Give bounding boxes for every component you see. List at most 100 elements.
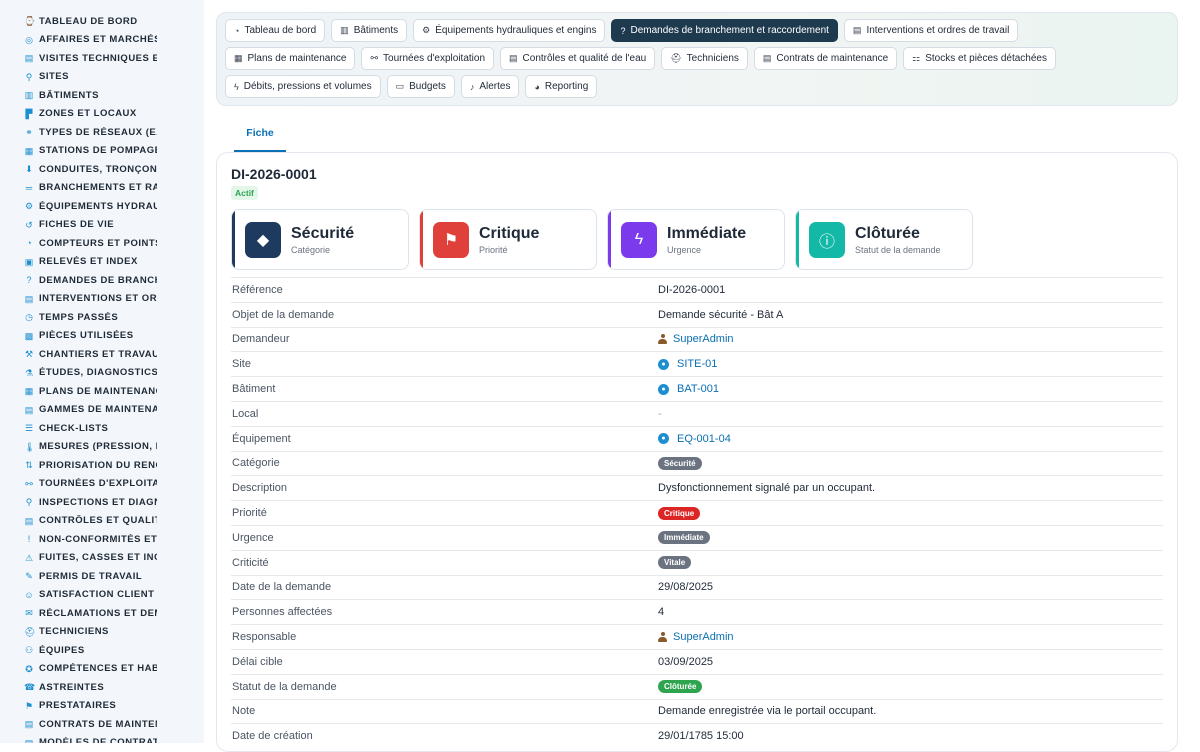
sidebar-item-gammes-de-maintenan[interactable]: ▤ GAMMES DE MAINTENAN [0, 401, 204, 420]
sidebar-item-fiches-de-vie[interactable]: ↺ FICHES DE VIE [0, 216, 204, 235]
nav-button-demandes-de-branchement-et-raccordement[interactable]: ? Demandes de branchement et raccordement [611, 19, 838, 42]
sidebar-item-satisfaction-client[interactable]: ☺ SATISFACTION CLIENT [0, 586, 204, 605]
sidebar-item-permis-de-travail[interactable]: ✎ PERMIS DE TRAVAIL [0, 567, 204, 586]
detail-row-note: Note Demande enregistrée via le portail o… [231, 698, 1163, 724]
sidebar-item-label: INTERVENTIONS ET ORDI [39, 293, 157, 305]
nav-button-equipements-hydrauliques-et-engins[interactable]: ⚙ Équipements hydrauliques et engins [413, 19, 606, 42]
sidebar-item-batiments[interactable]: ▥ BÂTIMENTS [0, 86, 204, 105]
sidebar-item-label: VISITES TECHNIQUES ET [39, 52, 157, 64]
nav-button-budgets[interactable]: ▭ Budgets [386, 75, 455, 98]
sidebar-item-astreintes[interactable]: ☎ ASTREINTES [0, 678, 204, 697]
sidebar-item-label: CONTRATS DE MAINTENA [39, 718, 157, 730]
sidebar-item-label: COMPTEURS ET POINTS I [39, 237, 157, 249]
value-badge: Vitale [658, 556, 692, 570]
nav-row: ▦ Plans de maintenance ⚯ Tournées d'exploit… [225, 47, 1169, 70]
sidebar-item-priorisation-du-renou[interactable]: ⇅ PRIORISATION DU RENOU [0, 456, 204, 475]
info-icon: ⓘ [809, 221, 845, 258]
nav-button-alertes[interactable]: ♪ Alertes [460, 75, 520, 98]
detail-value: Vitale [658, 556, 692, 570]
sidebar-item-branchements-et-rac[interactable]: ═ BRANCHEMENTS ET RAC [0, 179, 204, 198]
sidebar-item-fuites-casses-et-incii[interactable]: ⚠ FUITES, CASSES ET INCII [0, 549, 204, 568]
detail-row-responsable: Responsable SuperAdmin [231, 624, 1163, 649]
bolt-icon: ϟ [621, 221, 657, 258]
sidebar-item-types-de-reseaux-eau[interactable]: ⚭ TYPES DE RÉSEAUX (EAU [0, 123, 204, 142]
sidebar-item-controles-et-qualite[interactable]: ▤ CONTRÔLES ET QUALITÉ [0, 512, 204, 531]
value-text: DI-2026-0001 [658, 283, 726, 296]
sidebar-item-tournees-d-exploitati[interactable]: ⚯ TOURNÉES D'EXPLOITATI [0, 475, 204, 494]
record-card: DI-2026-0001 Actif ◆ Sécurité Catégorie ⚑ Cr… [216, 152, 1178, 752]
nav-button-techniciens[interactable]: ⛑ Techniciens [661, 47, 748, 70]
sidebar-item-sites[interactable]: ⚲ SITES [0, 68, 204, 87]
nav-button-stocks-et-pieces-detachees[interactable]: ⚏ Stocks et pièces détachées [903, 47, 1056, 70]
sidebar-item-icon: ◎ [25, 34, 33, 45]
sidebar-item-icon: ▦ [24, 145, 34, 156]
sidebar-item-icon: ⚗ [24, 367, 34, 378]
nav-button-tournees-d-exploitation[interactable]: ⚯ Tournées d'exploitation [361, 47, 495, 70]
nav-button-label: Contrats de maintenance [776, 53, 889, 64]
sidebar-item-mesures-pression-de[interactable]: 🌡 MESURES (PRESSION, DÉ [0, 438, 204, 457]
sidebar-item-icon: ═ [25, 182, 33, 193]
nav-button-label: Techniciens [686, 53, 739, 64]
user-link[interactable]: SuperAdmin [673, 333, 734, 345]
sidebar-item-contrats-de-maintena[interactable]: ▤ CONTRATS DE MAINTENA [0, 715, 204, 734]
sidebar-item-conduites-troncons[interactable]: ⬇ CONDUITES, TRONÇONS [0, 160, 204, 179]
sidebar-item-demandes-de-branche[interactable]: ? DEMANDES DE BRANCHE [0, 271, 204, 290]
user-link[interactable]: SuperAdmin [673, 631, 734, 643]
nav-button-debits-pressions-et-volumes[interactable]: ϟ Débits, pressions et volumes [225, 75, 381, 98]
sidebar-item-stations-de-pompage-i[interactable]: ▦ STATIONS DE POMPAGE I [0, 142, 204, 161]
detail-key: Personnes affectées [232, 606, 333, 619]
status-badge: Actif [231, 186, 258, 200]
value-badge: Critique [658, 506, 701, 520]
detail-row-objet-de-la-demande: Objet de la demande Demande sécurité - Bâ… [231, 301, 1163, 327]
sidebar-item-check-lists[interactable]: ☰ CHECK-LISTS [0, 419, 204, 438]
nav-button-controles-et-qualite-de-l-eau[interactable]: ▤ Contrôles et qualité de l'eau [500, 47, 656, 70]
sidebar-item-compteurs-et-points-i[interactable]: ◔ COMPTEURS ET POINTS I [0, 234, 204, 253]
sidebar-item-icon: ⚲ [25, 497, 33, 508]
detail-row-priorite: Priorité Critique [231, 500, 1163, 525]
nav-button-tableau-de-bord[interactable]: ◔ Tableau de bord [225, 19, 326, 42]
sidebar-item-non-conformites-et-a[interactable]: ! NON-CONFORMITÉS ET A [0, 530, 204, 549]
nav-button-interventions-et-ordres-de-travail[interactable]: ▤ Interventions et ordres de travail [843, 19, 1019, 42]
nav-button-label: Reporting [544, 81, 589, 92]
nav-button-label: Tableau de bord [244, 25, 317, 36]
sidebar-item-temps-passes[interactable]: ◷ TEMPS PASSÉS [0, 308, 204, 327]
nav-button-icon: ◕ [534, 81, 540, 92]
sidebar-item-tableau-de-bord[interactable]: ⌚ TABLEAU DE BORD [0, 12, 204, 31]
sidebar-item-visites-techniques-et[interactable]: ▤ VISITES TECHNIQUES ET [0, 49, 204, 68]
reference-link[interactable]: BAT-001 [677, 383, 719, 395]
sidebar-item-icon: ⚲ [25, 71, 33, 82]
reference-link[interactable]: EQ-001-04 [677, 433, 731, 445]
sidebar-item-competences-et-habil[interactable]: ✪ COMPÉTENCES ET HABIL [0, 660, 204, 679]
sidebar-item-zones-et-locaux[interactable]: ▛ ZONES ET LOCAUX [0, 105, 204, 124]
sidebar-item-pieces-utilisees[interactable]: ▩ PIÈCES UTILISÉES [0, 327, 204, 346]
sidebar-item-label: FICHES DE VIE [39, 219, 115, 231]
detail-key: Référence [232, 283, 283, 296]
sidebar-item-inspections-et-diagnc[interactable]: ⚲ INSPECTIONS ET DIAGNC [0, 493, 204, 512]
nav-button-icon: ⚯ [370, 53, 379, 63]
sidebar-item-reclamations-et-dema[interactable]: ✉ RÉCLAMATIONS ET DEMA [0, 604, 204, 623]
nav-button-plans-de-maintenance[interactable]: ▦ Plans de maintenance [225, 47, 356, 70]
sidebar-item-etudes-diagnostics-e[interactable]: ⚗ ÉTUDES, DIAGNOSTICS E [0, 364, 204, 383]
sidebar-item-icon: ▤ [24, 404, 34, 415]
sidebar-item-label: COMPÉTENCES ET HABIL [39, 663, 157, 675]
detail-key: Date de création [232, 730, 313, 743]
reference-link[interactable]: SITE-01 [677, 358, 717, 370]
nav-button-contrats-de-maintenance[interactable]: ▤ Contrats de maintenance [753, 47, 898, 70]
sidebar-item-releves-et-index[interactable]: ▣ RELEVÉS ET INDEX [0, 253, 204, 272]
sidebar-item-chantiers-et-travaux[interactable]: ⚒ CHANTIERS ET TRAVAUX [0, 345, 204, 364]
value-text: 29/08/2025 [658, 581, 714, 594]
sidebar-item-techniciens[interactable]: ⛑ TECHNICIENS [0, 623, 204, 642]
tab-fiche[interactable]: Fiche [234, 118, 286, 152]
sidebar-item-affaires-et-marches[interactable]: ◎ AFFAIRES ET MARCHÉS [0, 31, 204, 50]
sidebar-item-modeles-de-contrats[interactable]: ▤ MODÈLES DE CONTRATS [0, 734, 204, 743]
sidebar-item-equipes[interactable]: ⚇ ÉQUIPES [0, 641, 204, 660]
sidebar-item-prestataires[interactable]: ⚑ PRESTATAIRES [0, 697, 204, 716]
nav-button-reporting[interactable]: ◕ Reporting [525, 75, 598, 98]
nav-button-batiments[interactable]: ▥ Bâtiments [331, 19, 408, 42]
detail-row-urgence: Urgence Immédiate [231, 524, 1163, 550]
sidebar-item-interventions-et-ordi[interactable]: ▤ INTERVENTIONS ET ORDI [0, 290, 204, 309]
sidebar-item-equipements-hydraul[interactable]: ⚙ ÉQUIPEMENTS HYDRAUL [0, 197, 204, 216]
detail-key: Statut de la demande [232, 680, 337, 693]
nav-button-label: Interventions et ordres de travail [866, 25, 1010, 36]
sidebar-item-plans-de-maintenance[interactable]: ▦ PLANS DE MAINTENANCE [0, 382, 204, 401]
